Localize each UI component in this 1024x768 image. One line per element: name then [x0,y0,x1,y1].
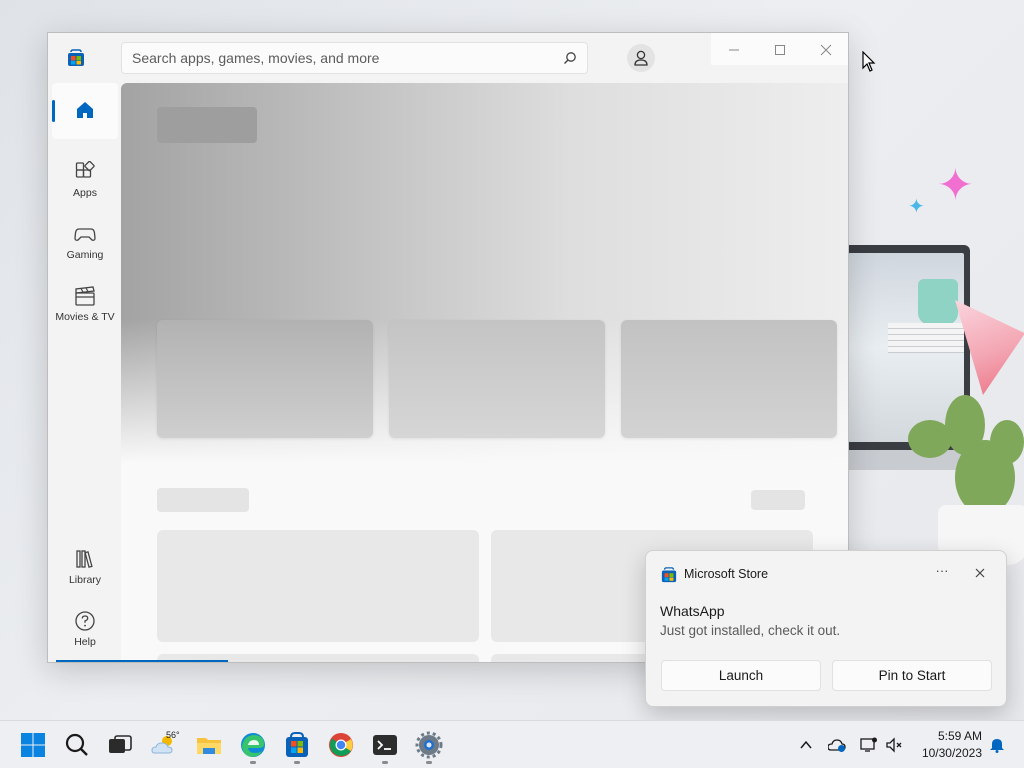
task-view-icon[interactable] [106,731,134,759]
nav-label-apps: Apps [73,187,97,199]
running-indicator [250,761,256,764]
more-options-button[interactable]: ··· [932,564,952,582]
close-button[interactable] [803,33,848,65]
window-controls [711,33,848,65]
close-icon [820,44,832,56]
running-indicator [382,761,388,764]
mouse-cursor-icon [862,51,876,72]
search-icon[interactable] [563,51,577,65]
home-icon [77,102,93,118]
launch-button[interactable]: Launch [661,660,821,691]
terminal-icon[interactable] [371,731,399,759]
title-bar[interactable] [48,33,848,83]
profile-button[interactable] [627,44,655,72]
nav-label-gaming: Gaming [66,249,104,261]
search-box[interactable] [121,42,588,74]
minimize-icon [729,49,739,51]
library-icon [76,550,93,568]
file-explorer-icon[interactable] [195,731,223,759]
notification-toast[interactable]: Microsoft Store ··· WhatsApp Just got in… [645,550,1007,707]
nav-item-movies-tv[interactable]: Movies & TV [50,275,120,333]
hero-title-placeholder [157,107,257,143]
nav-label-movies-tv: Movies & TV [55,311,115,323]
microsoft-store-icon[interactable] [283,731,311,759]
gamepad-icon [74,228,96,241]
onedrive-icon[interactable] [828,737,846,753]
pin-to-start-button[interactable]: Pin to Start [832,660,992,691]
section-title-placeholder [157,488,249,512]
nav-item-gaming[interactable]: Gaming [52,213,118,271]
featured-card-placeholder[interactable] [157,320,373,438]
notification-body: Just got installed, check it out. [660,623,841,638]
navigation-pane: Apps Gaming Movies & TV Library Help [48,83,121,662]
close-icon[interactable] [973,566,987,580]
windows-start-icon[interactable] [19,731,47,759]
notification-title: WhatsApp [660,603,725,619]
apps-icon [75,161,95,178]
clock-time[interactable]: 5:59 AM [924,729,982,743]
minimize-button[interactable] [711,33,757,65]
running-indicator [426,761,432,764]
clapperboard-icon [75,286,95,306]
see-all-placeholder [751,490,805,510]
weather-temperature: 56° [166,730,180,740]
sparkle-icon: ✦ [937,160,974,211]
maximize-icon [775,45,785,55]
notification-bell-icon[interactable] [988,737,1006,753]
sparkle-icon: ✦ [908,194,925,218]
search-icon[interactable] [63,731,91,759]
featured-card-placeholder[interactable] [389,320,605,438]
network-icon[interactable] [860,737,878,753]
microsoft-store-logo-icon [68,49,84,66]
running-indicator [294,761,300,764]
taskbar: 56° 5:59 AM 10/30/2023 [0,720,1024,768]
chrome-icon[interactable] [327,731,355,759]
nav-item-library[interactable]: Library [52,538,118,596]
edge-icon[interactable] [239,731,267,759]
microsoft-store-logo-icon [661,567,677,583]
notification-app-name: Microsoft Store [684,567,769,581]
nav-item-help[interactable]: Help [52,600,118,658]
nav-label-library: Library [68,574,102,586]
loading-indicator [56,660,228,662]
clock-date[interactable]: 10/30/2023 [914,746,982,760]
settings-icon[interactable] [415,731,443,759]
volume-muted-icon[interactable] [886,737,904,753]
nav-item-apps[interactable]: Apps [52,151,118,209]
nav-item-home[interactable] [52,83,118,139]
maximize-button[interactable] [757,33,803,65]
chevron-up-icon[interactable] [797,737,815,753]
nav-label-help: Help [74,636,96,648]
featured-card-placeholder[interactable] [621,320,837,438]
app-card-placeholder[interactable] [157,530,479,642]
search-input[interactable] [132,43,552,73]
user-icon [634,50,648,66]
selection-indicator [52,100,55,122]
help-icon [75,611,95,631]
